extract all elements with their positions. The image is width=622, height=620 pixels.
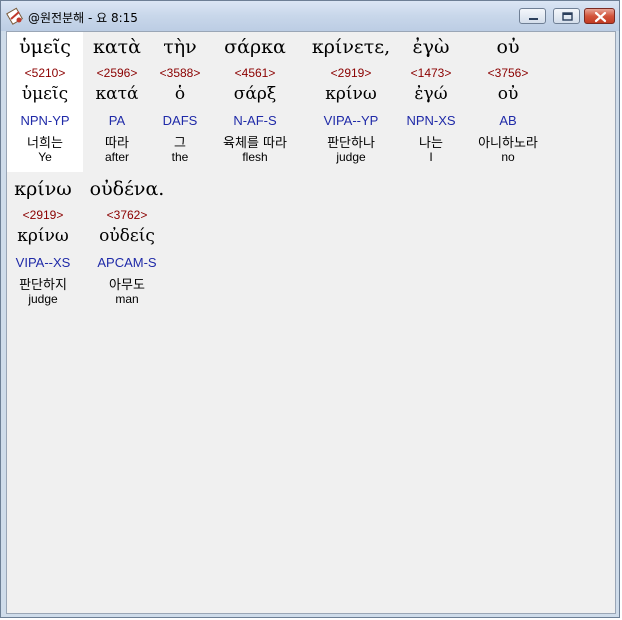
maximize-icon xyxy=(562,12,573,21)
app-logo-icon xyxy=(6,7,24,25)
strong-number[interactable]: <3762> xyxy=(85,208,169,222)
strong-number[interactable]: <4561> xyxy=(213,66,297,80)
korean-gloss: 아니하노라 xyxy=(478,136,538,151)
english-gloss: the xyxy=(171,150,189,164)
lemma: κρίνω xyxy=(325,84,377,104)
greek-word: τὴν xyxy=(163,36,197,58)
strong-number[interactable]: <2919> xyxy=(309,66,393,80)
lemma: οὐδείς xyxy=(99,226,155,246)
close-button[interactable] xyxy=(584,8,615,24)
morphology-code: AB xyxy=(499,113,517,128)
korean-gloss: 아무도 xyxy=(109,278,145,293)
english-gloss: no xyxy=(501,150,515,164)
lemma: κρίνω xyxy=(17,226,69,246)
english-gloss: man xyxy=(115,292,139,306)
content-area: ὑμεῖς <5210> ὑμεῖς NPN-YP 너희는 Ye κατὰ <2… xyxy=(6,31,616,614)
title-bar[interactable]: @원전분해 - 요 8:15 xyxy=(1,1,619,31)
morphology-code: VIPA--XS xyxy=(15,255,71,270)
english-gloss: flesh xyxy=(242,150,268,164)
english-gloss: I xyxy=(429,150,433,164)
morphology-code: NPN-XS xyxy=(406,113,456,128)
morphology-code: APCAM-S xyxy=(97,255,157,270)
korean-gloss: 그 xyxy=(174,136,186,151)
window-title: @원전분해 - 요 8:15 xyxy=(28,11,138,25)
strong-number[interactable]: <1473> xyxy=(389,66,473,80)
minimize-button[interactable] xyxy=(519,8,546,24)
korean-gloss: 나는 xyxy=(419,136,443,151)
korean-gloss: 판단하지 xyxy=(19,278,67,293)
english-gloss: judge xyxy=(28,292,58,306)
morphology-code: DAFS xyxy=(162,113,198,128)
greek-word: κρίνω xyxy=(14,178,72,200)
greek-word: οὐδένα. xyxy=(89,178,165,200)
greek-word: κρίνετε, xyxy=(311,36,391,58)
minimize-icon xyxy=(529,18,538,20)
lemma: ἐγώ xyxy=(414,84,448,104)
greek-word: οὐ xyxy=(496,36,520,58)
strong-number[interactable]: <3588> xyxy=(138,66,222,80)
strong-number[interactable]: <2919> xyxy=(1,208,85,222)
close-icon xyxy=(594,11,607,23)
greek-word: ἐγὼ xyxy=(412,36,450,58)
korean-gloss: 판단하나 xyxy=(327,136,375,151)
lemma: οὐ xyxy=(497,84,519,104)
strong-number[interactable]: <3756> xyxy=(466,66,550,80)
lemma: ὁ xyxy=(174,84,186,104)
maximize-button[interactable] xyxy=(553,8,580,24)
morphology-code: N-AF-S xyxy=(233,113,277,128)
korean-gloss: 육체를 따라 xyxy=(223,136,287,151)
lemma: σάρξ xyxy=(233,84,277,104)
app-window: @원전분해 - 요 8:15 ὑμεῖς <5210> ὑμεῖς NPN-YP… xyxy=(0,0,620,618)
english-gloss: judge xyxy=(336,150,366,164)
morphology-code: VIPA--YP xyxy=(323,113,379,128)
greek-word: σάρκα xyxy=(224,36,286,58)
